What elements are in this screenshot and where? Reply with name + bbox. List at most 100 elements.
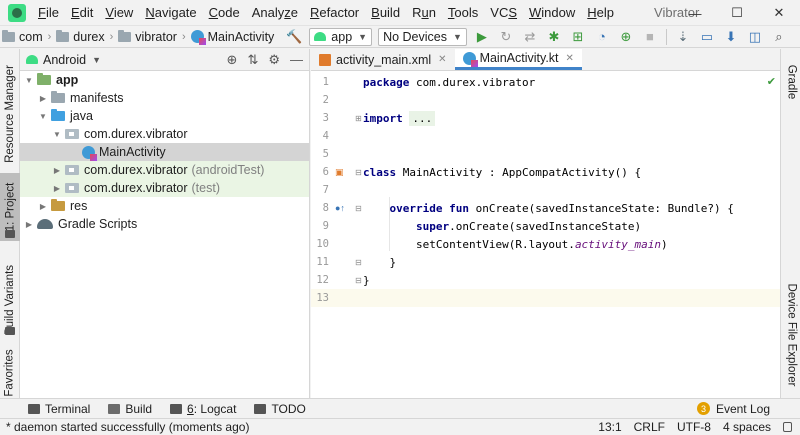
chevron-right-icon[interactable]: ▶	[52, 166, 62, 175]
tab-favorites[interactable]: Favorites	[0, 349, 20, 397]
run-config-select[interactable]: app ▼	[309, 27, 373, 46]
package-icon	[65, 165, 79, 175]
menu-item[interactable]: Run	[406, 0, 442, 26]
locate-file-icon[interactable]: ⊕	[227, 52, 238, 68]
coverage-icon[interactable]: ⊕	[616, 28, 636, 46]
gear-icon[interactable]: ⚙	[268, 52, 280, 68]
layout-preview-gutter-icon[interactable]: ▣	[335, 167, 344, 178]
hide-panel-icon[interactable]: —	[290, 52, 303, 67]
module-folder-icon	[37, 73, 51, 85]
apply-changes-icon[interactable]: ↻	[496, 28, 516, 46]
close-tab-icon[interactable]: ✕	[566, 53, 574, 64]
chevron-down-icon[interactable]: ▼	[38, 112, 48, 121]
minimize-button[interactable]: —	[674, 0, 716, 26]
tree-item-package-main[interactable]: ▼ com.durex.vibrator	[20, 125, 309, 143]
run-icon[interactable]: ▶	[472, 28, 492, 46]
tab-logcat[interactable]: 6: Logcat	[170, 402, 236, 416]
profile-icon[interactable]: ◔	[592, 28, 612, 46]
tab-terminal[interactable]: Terminal	[28, 402, 90, 416]
tab-todo[interactable]: TODO	[254, 402, 306, 416]
code-line-current: 13	[311, 289, 780, 307]
tab-resource-manager[interactable]: Resource Manager	[0, 59, 20, 169]
menu-item[interactable]: Code	[203, 0, 246, 26]
toolbar-divider	[665, 28, 667, 45]
tree-item-res[interactable]: ▶ res	[20, 197, 309, 215]
make-project-hammer-icon[interactable]: 🔨	[284, 28, 304, 46]
menu-item[interactable]: File	[32, 0, 65, 26]
apply-code-changes-icon[interactable]: ⇄	[520, 28, 540, 46]
android-icon	[26, 55, 38, 64]
tab-gradle[interactable]: Gradle	[781, 57, 800, 107]
tab-event-log[interactable]: 3 Event Log	[696, 402, 770, 416]
project-view-select[interactable]: Android	[43, 53, 86, 67]
maximize-button[interactable]: ☐	[716, 0, 758, 26]
tree-item-app[interactable]: ▼ app	[20, 71, 309, 89]
menu-item[interactable]: Analyze	[246, 0, 304, 26]
fold-plus-icon[interactable]: ⊞	[355, 114, 362, 123]
device-select[interactable]: No Devices ▼	[378, 27, 467, 46]
project-panel-tools: ⊕ ⇅ ⚙ —	[227, 52, 303, 68]
breadcrumb-com[interactable]: com	[0, 29, 45, 44]
menu-item[interactable]: Build	[365, 0, 406, 26]
fold-minus-icon[interactable]: ⊟	[355, 204, 362, 213]
breadcrumb-mainactivity[interactable]: MainActivity	[189, 30, 277, 45]
attach-debugger-icon[interactable]: ⊞	[568, 28, 588, 46]
collapse-all-icon[interactable]: ⇅	[247, 52, 258, 68]
fold-minus-icon[interactable]: ⊟	[355, 168, 362, 177]
indent-setting[interactable]: 4 spaces	[723, 420, 771, 434]
sync-gradle-icon[interactable]: ⇣	[673, 28, 693, 46]
search-icon[interactable]: ⌕	[769, 28, 789, 46]
tree-item-manifests[interactable]: ▶ manifests	[20, 89, 309, 107]
chevron-right-icon[interactable]: ▶	[38, 94, 48, 103]
tree-item-package-androidtest[interactable]: ▶ com.durex.vibrator (androidTest)	[20, 161, 309, 179]
chevron-down-icon[interactable]: ▼	[24, 76, 34, 85]
chevron-right-icon[interactable]: ▶	[52, 184, 62, 193]
menu-item[interactable]: View	[99, 0, 139, 26]
close-tab-icon[interactable]: ✕	[438, 54, 446, 65]
tree-item-gradle-scripts[interactable]: ▶ Gradle Scripts	[20, 215, 309, 233]
fold-end-icon[interactable]: ⊟	[355, 276, 362, 285]
file-encoding[interactable]: UTF-8	[677, 420, 711, 434]
menu-item[interactable]: Tools	[442, 0, 484, 26]
avd-manager-icon[interactable]: ▭	[697, 28, 717, 46]
dropdown-arrow-icon[interactable]: ▼	[92, 55, 101, 65]
tab-mainactivity-kt[interactable]: MainActivity.kt ✕	[454, 49, 582, 70]
tree-item-mainactivity[interactable]: MainActivity	[20, 143, 309, 161]
close-button[interactable]: ✕	[758, 0, 800, 26]
fold-end-icon[interactable]: ⊟	[355, 258, 362, 267]
left-tool-stripe: Resource Manager 1: Project Build Varian…	[0, 49, 20, 398]
tab-device-file-explorer[interactable]: Device File Explorer	[781, 279, 800, 391]
tab-build[interactable]: Build	[108, 402, 152, 416]
tab-activity-main-xml[interactable]: activity_main.xml ✕	[311, 49, 455, 70]
override-gutter-icon[interactable]: ●↑	[335, 203, 345, 213]
build-variants-icon	[5, 327, 15, 335]
line-separator[interactable]: CRLF	[634, 420, 665, 434]
status-message[interactable]: * daemon started successfully (moments a…	[6, 420, 249, 434]
menu-item[interactable]: Help	[581, 0, 620, 26]
logcat-icon	[170, 403, 183, 414]
dropdown-arrow-icon: ▼	[358, 31, 368, 42]
folder-icon	[56, 29, 70, 42]
layout-inspector-icon[interactable]: ◫	[745, 28, 765, 46]
chevron-right-icon[interactable]: ▶	[24, 220, 34, 229]
folded-imports[interactable]: ...	[409, 110, 436, 126]
menu-item[interactable]: VCS	[484, 0, 523, 26]
menu-item[interactable]: Refactor	[304, 0, 365, 26]
kotlin-class-icon	[462, 51, 478, 67]
tree-item-package-test[interactable]: ▶ com.durex.vibrator (test)	[20, 179, 309, 197]
chevron-down-icon[interactable]: ▼	[52, 130, 62, 139]
chevron-right-icon[interactable]: ▶	[38, 202, 48, 211]
code-line: 9 super.onCreate(savedInstanceState)	[322, 219, 642, 233]
menu-item[interactable]: Edit	[65, 0, 99, 26]
caret-position[interactable]: 13:1	[598, 420, 621, 434]
breadcrumb-durex[interactable]: durex	[54, 29, 106, 44]
code-area[interactable]: ✔ 1 package com.durex.vibrator 2 3 ⊞ imp…	[311, 71, 780, 398]
breadcrumb-vibrator[interactable]: vibrator	[116, 29, 179, 44]
debug-icon[interactable]: ✱	[544, 28, 564, 46]
stop-icon[interactable]: ■	[640, 28, 660, 46]
lock-icon[interactable]	[783, 422, 792, 432]
sdk-manager-icon[interactable]: ⬇	[721, 28, 741, 46]
menu-item[interactable]: Window	[523, 0, 581, 26]
tree-item-java[interactable]: ▼ java	[20, 107, 309, 125]
menu-item[interactable]: Navigate	[139, 0, 202, 26]
